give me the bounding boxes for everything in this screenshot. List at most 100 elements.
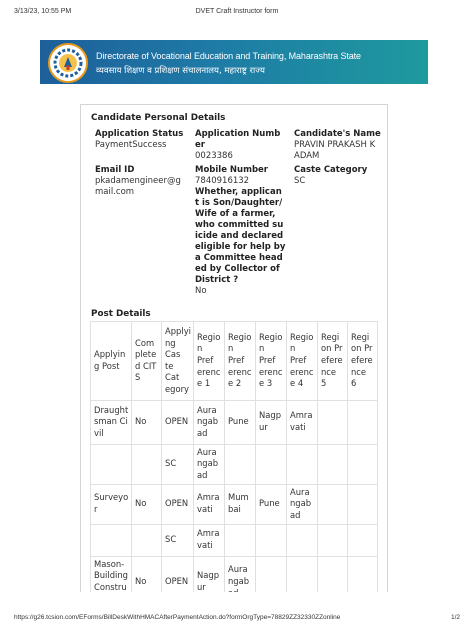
cell-text-line: n Pref: [197, 343, 214, 365]
cell-text-line: g Post: [94, 360, 120, 371]
post-table-header-cell: Regio n Pref erenc e 3: [255, 321, 287, 401]
cell-text-line: efere: [351, 354, 373, 365]
post-table-header-cell: Applyi ng Cas te Cat egory: [161, 321, 194, 401]
cell-text-line: vil: [94, 427, 104, 438]
farmer-question-label-line: Wife of a farmer,: [195, 209, 276, 219]
application-status-field: Application Status PaymentSuccess: [95, 129, 191, 151]
candidate-name-value-line-2: ADAM: [294, 151, 320, 161]
table-cell: [347, 399, 378, 445]
cell-text-line: plete: [135, 349, 157, 360]
cell-text-line: on Pr: [351, 343, 373, 354]
table-cell: Mason-BuildingConstructor: [90, 555, 132, 592]
personal-details-title: Candidate Personal Details: [91, 113, 226, 123]
cell-text-line: Regio: [259, 331, 283, 342]
cell-text-line: e 1: [197, 378, 211, 389]
table-cell: [131, 443, 162, 485]
cell-text-line: r: [94, 504, 98, 515]
table-cell: [347, 555, 378, 592]
dvet-banner: Directorate of Vocational Education and …: [40, 40, 428, 84]
cell-text-line: te Cat: [165, 360, 180, 383]
table-cell: [347, 443, 378, 485]
table-row: Draught sman Ci vil No OPEN Aura ngab ad Pune Nag…: [90, 399, 378, 445]
table-cell: [317, 523, 348, 557]
table-cell: SC: [161, 523, 194, 557]
table-cell: [255, 443, 287, 485]
cell-text-line: Aura: [228, 564, 248, 575]
table-cell: Aurangab ad: [224, 555, 256, 592]
cell-text-line: nce 5: [321, 366, 337, 389]
cell-text-line: Regi: [351, 331, 370, 342]
gear-emblem-icon: [48, 43, 88, 83]
table-cell: [90, 523, 132, 557]
table-cell: [224, 523, 256, 557]
table-cell: Pune: [255, 483, 287, 525]
cell-text-line: vati: [290, 422, 306, 433]
post-table-header-cell: Regio n Pref erenc e 1: [193, 321, 225, 401]
table-cell: [131, 523, 162, 557]
cell-text-line: e 4: [290, 378, 304, 389]
post-details-table: Applyin g Post Com plete d CIT S Applyi ng Cas t…: [90, 321, 378, 592]
table-row: Surveyo r No OPEN Amra vati Mum bai Pune Aura ngab…: [90, 483, 378, 525]
cell-text-line: Aura: [290, 486, 310, 497]
cell-text-line: ngab: [197, 458, 219, 469]
cell-text-line: vati: [197, 504, 213, 515]
cell-text-line: ad: [197, 427, 208, 438]
farmer-question-label-line: eligible for help by: [195, 242, 286, 252]
cell-text-line: n Pref: [290, 343, 307, 365]
post-table-body: Draught sman Ci vil No OPEN Aura ngab ad Pune Nag…: [90, 399, 378, 592]
cell-text-line: Applyi: [165, 326, 191, 336]
mobile-number-label: Mobile Number: [195, 165, 268, 175]
cell-text-line: e 3: [259, 378, 273, 389]
post-table-header-cell: Com plete d CIT S: [131, 321, 162, 401]
table-cell: Draught sman Ci vil: [90, 399, 132, 445]
application-number-field: Application Numb er 0023386: [195, 129, 291, 162]
cell-text-line: ngab: [228, 575, 250, 586]
cell-text-line: nce 6: [351, 366, 367, 389]
farmer-question-label-line: who committed su: [195, 220, 284, 230]
cell-text-line: SC: [165, 458, 177, 469]
cell-text-line: ad: [228, 588, 252, 592]
cell-text-line: No: [135, 498, 147, 509]
farmer-question-label-line: t is Son/Daughter/: [195, 198, 283, 208]
application-status-label: Application Status: [95, 129, 184, 139]
table-cell: Mum bai: [224, 483, 256, 525]
cell-text-line: e 2: [228, 378, 242, 389]
table-cell: SC: [161, 443, 194, 485]
application-number-value: 0023386: [195, 151, 233, 161]
cell-text-line: erenc: [228, 366, 252, 377]
cell-text-line: Nagp: [197, 570, 220, 581]
post-details-title: Post Details: [91, 309, 151, 319]
post-table-header-cell: Applyin g Post: [90, 321, 132, 401]
cell-text-line: Applyin: [94, 349, 126, 360]
table-row: SC Amra vati: [90, 523, 378, 557]
table-row: SC Aura ngab ad: [90, 443, 378, 485]
cell-text-line: No: [135, 416, 147, 427]
cell-text-line: erenc: [259, 366, 283, 377]
farmer-question-label: Whether, applican t is Son/Daughter/Wife …: [195, 187, 291, 286]
cell-text-line: vati: [197, 540, 213, 551]
farmer-question-label-line: a Committee head: [195, 253, 283, 263]
application-card: Candidate Personal Details Application S…: [80, 104, 388, 592]
application-status-value: PaymentSuccess: [95, 140, 167, 150]
cell-text-line: Regi: [321, 331, 340, 342]
print-header: 3/13/23, 10:55 PM DVET Craft Instructor …: [14, 8, 460, 20]
email-value-line-1: pkadamengineer@g: [95, 176, 181, 186]
post-table-header-cell: Regi on Pr efere nce 6: [347, 321, 378, 401]
cell-text-line: Mason-: [94, 558, 125, 569]
cell-text-line: OPEN: [165, 416, 189, 427]
table-cell: [90, 443, 132, 485]
table-cell: [347, 523, 378, 557]
cell-text-line: ur: [197, 581, 206, 592]
cell-text-line: ur: [259, 422, 268, 433]
email-value-line-2: mail.com: [95, 187, 135, 197]
cell-text-line: Regio: [228, 331, 252, 342]
cell-text-line: ngab: [290, 498, 312, 509]
table-cell: [286, 555, 318, 592]
farmer-question-label-line: icide and declared: [195, 231, 284, 241]
mobile-number-value: 7840916132: [195, 176, 250, 186]
cell-text-line: Amra: [197, 492, 220, 503]
cell-text-line: Amra: [290, 410, 313, 421]
application-number-label-line-1: Application Numb: [195, 129, 281, 139]
table-cell: [255, 523, 287, 557]
cell-text-line: SC: [165, 534, 177, 545]
